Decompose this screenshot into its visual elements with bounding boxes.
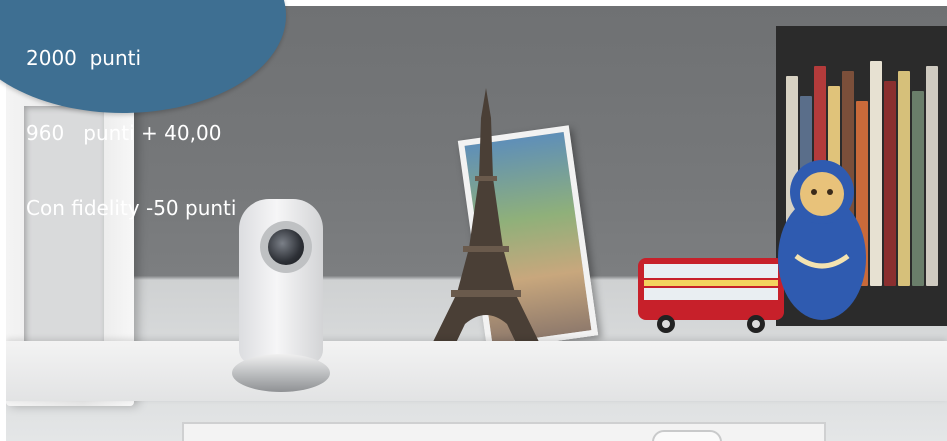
mantel-shelf [6, 341, 947, 401]
eiffel-tower-figurine [411, 88, 561, 376]
lower-info-panel [182, 422, 826, 441]
points-price-text: 2000 punti 960 punti + 40,00 Con fidelit… [26, 0, 236, 246]
points-price-line: 2000 punti [26, 46, 142, 70]
nesting-doll [778, 160, 866, 320]
lower-panel-widget [652, 430, 722, 441]
camera-lens-icon [268, 229, 304, 265]
red-bus-toy [638, 258, 784, 333]
security-camera [232, 199, 330, 394]
fidelity-discount-line: Con fidelity -50 punti [26, 196, 237, 220]
points-plus-cash-line: 960 punti + 40,00 [26, 121, 222, 145]
